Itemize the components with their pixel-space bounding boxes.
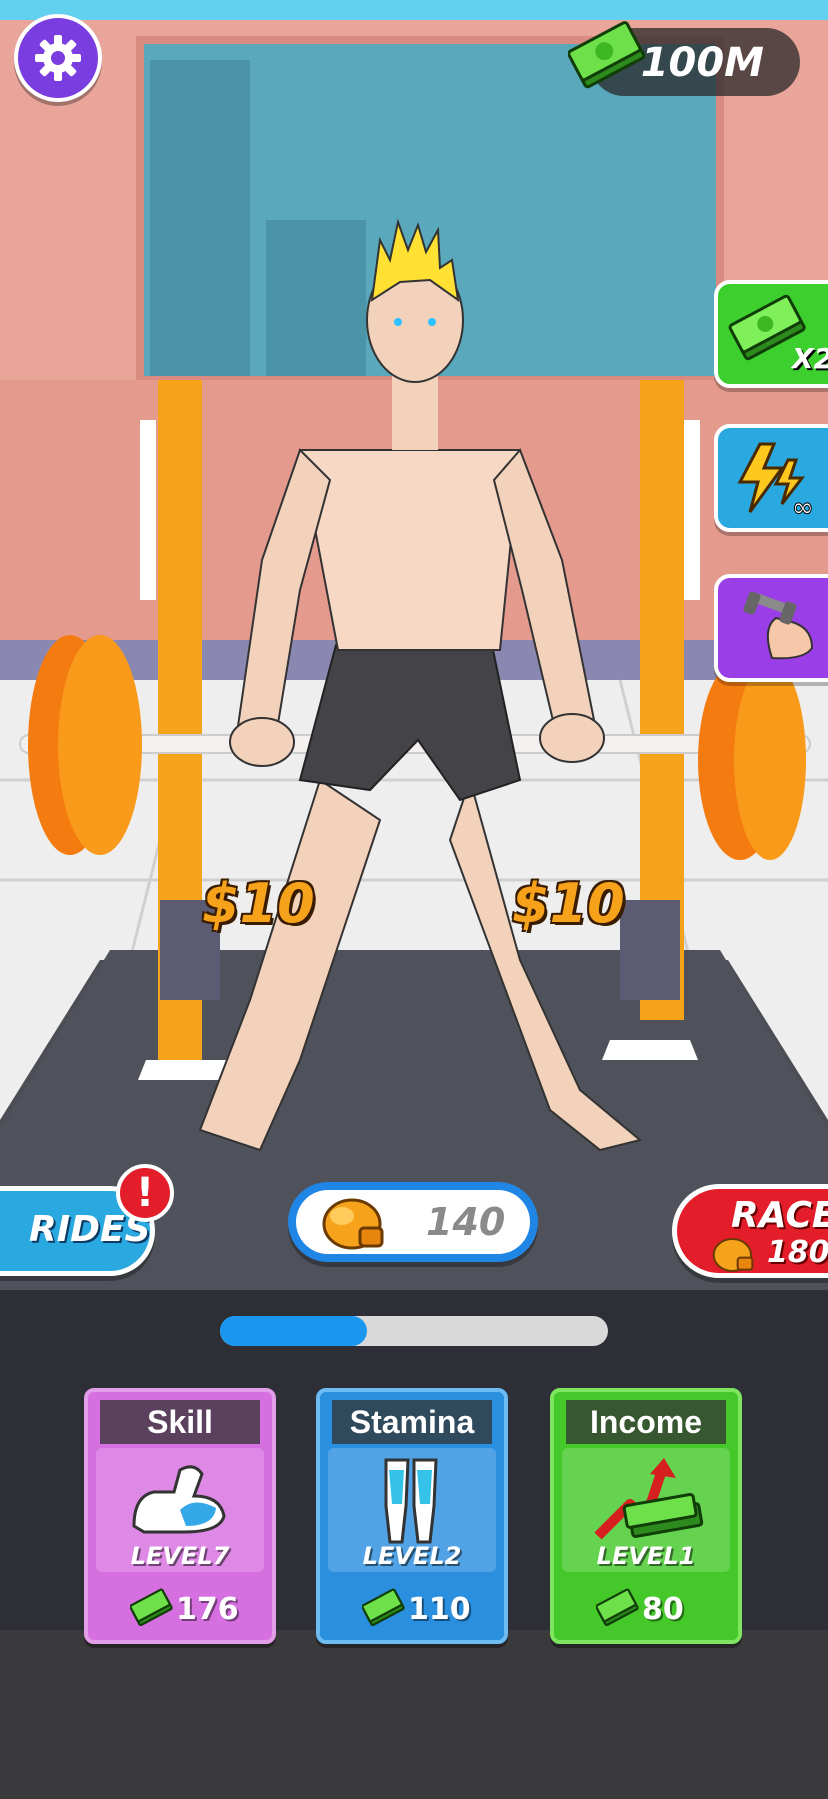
lightning-infinity-icon: ∞ [737, 442, 814, 518]
multiplier-label: X2 [792, 342, 828, 375]
upgrade-card-title: Skill [100, 1400, 260, 1444]
race-button[interactable]: RACE 180 [672, 1184, 828, 1278]
right-weight-price[interactable]: $10 [512, 872, 625, 935]
upgrade-card-level: LEVEL1 [596, 1542, 696, 1570]
cash-growth-icon [590, 1456, 710, 1550]
upgrade-card-title: Income [566, 1400, 726, 1444]
race-label: RACE [731, 1195, 828, 1236]
cash-stack-icon [595, 1588, 640, 1632]
race-cost: 180 [767, 1235, 828, 1270]
game-scene [0, 0, 828, 1290]
upgrade-card-title: Stamina [332, 1400, 492, 1444]
level-progress-fill [220, 1316, 368, 1346]
upgrade-card-cost: 176 [176, 1592, 239, 1627]
upgrade-card-cost: 110 [408, 1592, 471, 1627]
upgrade-card-stamina[interactable]: Stamina LEVEL2 110 [316, 1388, 508, 1644]
upgrade-card-level: LEVEL2 [362, 1542, 462, 1570]
flexed-arm-icon [124, 1456, 234, 1540]
settings-button[interactable] [14, 14, 102, 102]
dumbbell-arm-icon [743, 591, 814, 660]
panel-footer [0, 1630, 828, 1799]
cash-stack-icon [361, 1588, 406, 1632]
boxing-glove-icon [320, 1196, 386, 1256]
legs-icon [356, 1456, 466, 1550]
upgrade-card-income[interactable]: Income LEVEL1 80 [550, 1388, 742, 1644]
strength-counter: 140 [288, 1182, 538, 1262]
svg-text:∞: ∞ [792, 493, 814, 518]
money-amount: 100M [640, 40, 764, 86]
cash-stack-icon [567, 20, 648, 96]
left-weight-price[interactable]: $10 [202, 872, 315, 935]
income-multiplier-button[interactable]: X2 [714, 280, 828, 388]
gym-scene-illustration [0, 0, 828, 1290]
auto-lift-button[interactable] [714, 574, 828, 682]
infinite-energy-button[interactable]: ∞ [714, 424, 828, 532]
gear-icon [35, 35, 81, 81]
boxing-glove-icon [711, 1235, 755, 1279]
strength-value: 140 [426, 1200, 506, 1244]
level-progress-bar [220, 1316, 608, 1346]
strength-counter-inner: 140 [296, 1190, 530, 1254]
rides-alert-badge: ! [116, 1164, 174, 1222]
upgrade-card-level: LEVEL7 [130, 1542, 230, 1570]
cash-stack-icon [129, 1588, 174, 1632]
upgrade-card-skill[interactable]: Skill LEVEL7 176 [84, 1388, 276, 1644]
upgrade-card-cost: 80 [642, 1592, 684, 1627]
